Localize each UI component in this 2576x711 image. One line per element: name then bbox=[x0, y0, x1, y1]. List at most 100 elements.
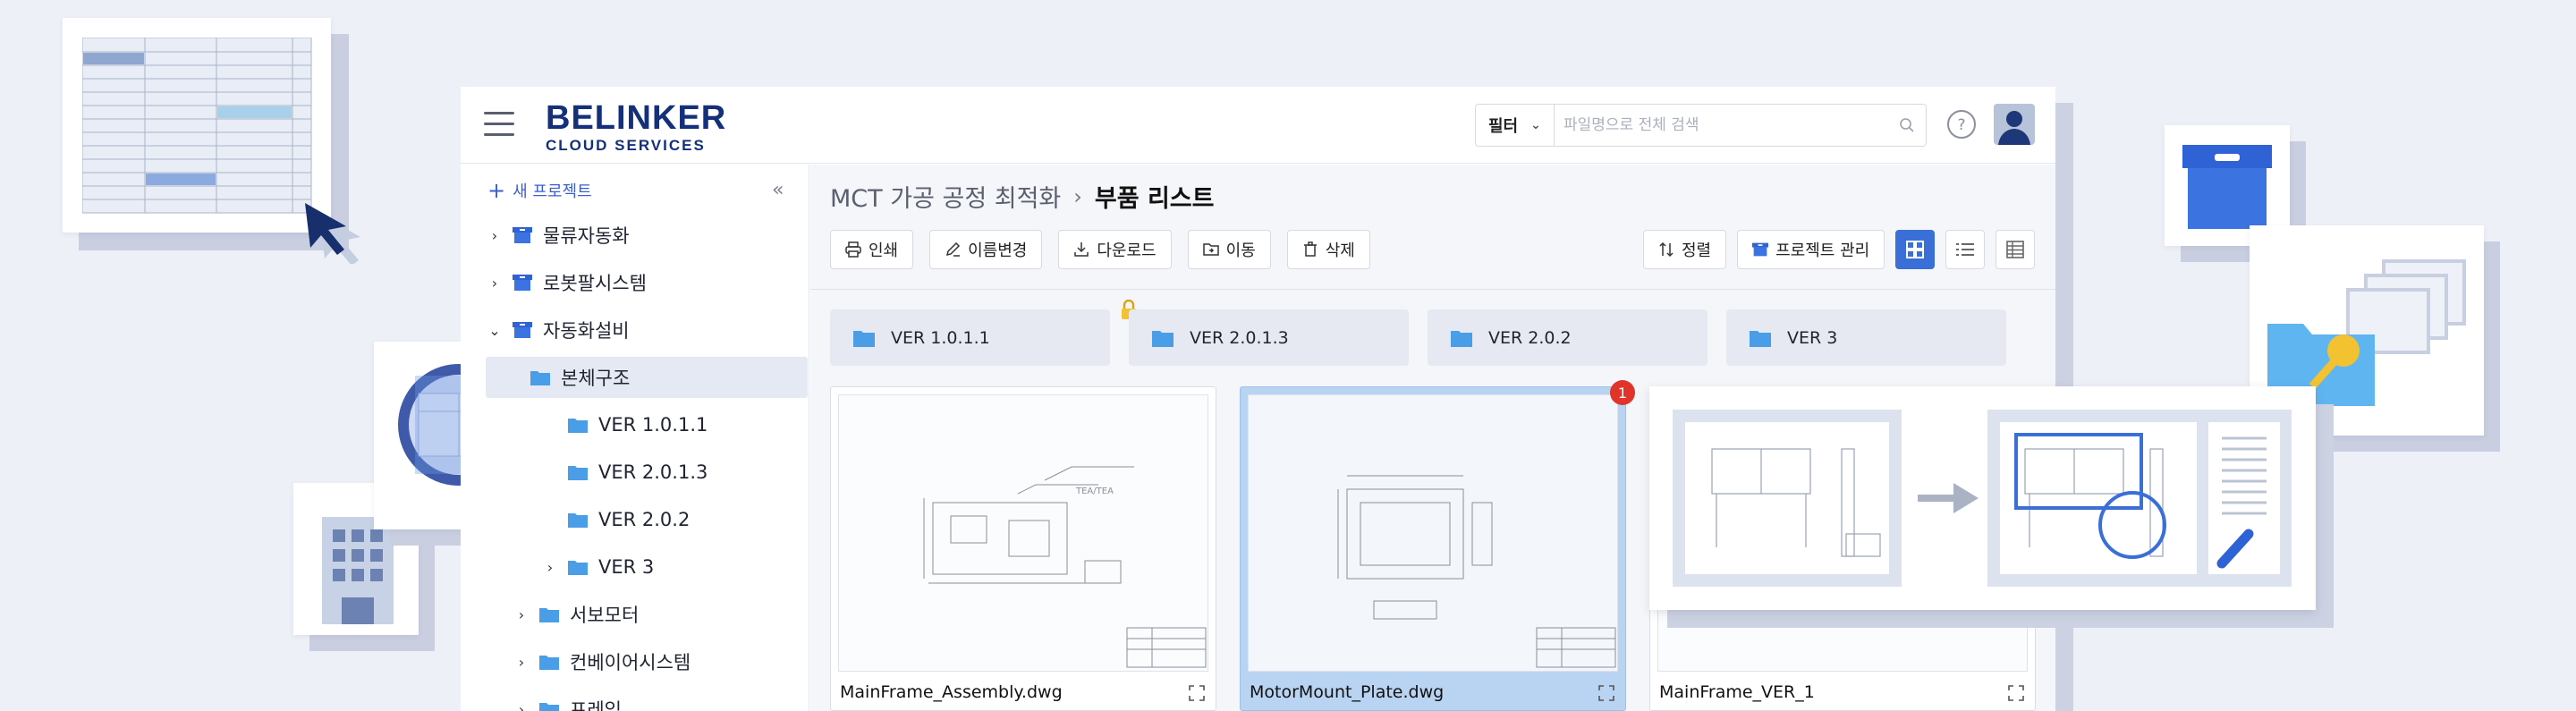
svg-text:?: ? bbox=[1957, 116, 1965, 134]
search-bar: 필터 ⌄ bbox=[1475, 104, 1927, 147]
drawing-compare-illustration bbox=[1649, 386, 2316, 610]
folder-move-icon bbox=[1202, 243, 1219, 256]
folder-icon bbox=[530, 371, 550, 385]
sidebar-item-label: VER 2.0.1.3 bbox=[598, 461, 708, 483]
help-icon[interactable]: ? bbox=[1946, 109, 1977, 140]
file-name: MainFrame_Assembly.dwg bbox=[840, 682, 1063, 702]
rename-label: 이름변경 bbox=[968, 241, 1028, 260]
sidebar-item-main-structure[interactable]: 본체구조 bbox=[486, 357, 808, 398]
folder-icon bbox=[568, 419, 588, 433]
expand-icon[interactable] bbox=[2008, 685, 2024, 701]
grid-view-button[interactable] bbox=[1895, 230, 1936, 269]
project-box-icon bbox=[513, 275, 532, 291]
sidebar-item-label: 본체구조 bbox=[561, 368, 631, 389]
project-box-icon bbox=[513, 227, 532, 243]
svg-text:TEA/TEA: TEA/TEA bbox=[1075, 487, 1114, 496]
file-card-mainframe-assembly[interactable]: TEA/TEA MainFrame_Assembly.dwg bbox=[830, 386, 1216, 711]
breadcrumb-current: 부품 리스트 bbox=[1094, 185, 1215, 213]
folder-card-label: VER 1.0.1.1 bbox=[891, 327, 990, 348]
folder-card-label: VER 2.0.2 bbox=[1488, 327, 1572, 348]
list-view-button[interactable] bbox=[1945, 230, 1986, 269]
spreadsheet-illustration bbox=[63, 18, 360, 264]
sidebar-item-servo-motor[interactable]: › 서보모터 bbox=[513, 594, 835, 635]
folder-icon bbox=[568, 513, 588, 528]
menu-icon[interactable] bbox=[484, 112, 514, 139]
file-toolbar: 인쇄 이름변경 다운로드 이동 삭제 bbox=[830, 230, 1386, 269]
toolbar-divider bbox=[810, 289, 2055, 290]
sidebar-item-frame[interactable]: › 프레임 bbox=[513, 689, 835, 711]
rename-button[interactable]: 이름변경 bbox=[929, 230, 1043, 269]
print-label: 인쇄 bbox=[869, 241, 899, 260]
project-manage-button[interactable]: 프로젝트 관리 bbox=[1737, 230, 1885, 269]
table-grid-icon bbox=[82, 38, 312, 214]
chevron-right-icon[interactable]: › bbox=[513, 654, 530, 671]
folder-card-ver-1011[interactable]: VER 1.0.1.1 bbox=[830, 309, 1110, 366]
folder-icon bbox=[539, 703, 559, 711]
chevron-right-icon[interactable]: › bbox=[513, 701, 530, 711]
move-button[interactable]: 이동 bbox=[1187, 230, 1271, 269]
file-card-motormount-plate[interactable]: MotorMount_Plate.dwg bbox=[1240, 386, 1626, 711]
folder-icon bbox=[1750, 330, 1771, 347]
sidebar-item-label: VER 1.0.1.1 bbox=[598, 414, 708, 436]
table-view-button[interactable] bbox=[1996, 230, 2036, 269]
trash-icon bbox=[1303, 241, 1317, 257]
delete-label: 삭제 bbox=[1325, 241, 1355, 260]
sidebar-item-label: 프레임 bbox=[570, 699, 622, 711]
breadcrumb-separator: › bbox=[1073, 183, 1082, 209]
new-project-label: 새 프로젝트 bbox=[513, 182, 592, 201]
sidebar-item-conveyor[interactable]: › 컨베이어시스템 bbox=[513, 641, 835, 682]
chevron-right-icon[interactable]: › bbox=[513, 606, 530, 623]
print-button[interactable]: 인쇄 bbox=[830, 230, 914, 269]
file-name: MotorMount_Plate.dwg bbox=[1250, 682, 1445, 702]
chevron-right-icon[interactable]: › bbox=[486, 275, 504, 292]
pencil-icon bbox=[946, 241, 961, 257]
drawing-compare-icon bbox=[1673, 410, 2292, 587]
folder-icon bbox=[568, 561, 588, 575]
sidebar-item-automation[interactable]: ⌄ 자동화설비 bbox=[486, 309, 808, 351]
sidebar-item-label: 컨베이어시스템 bbox=[570, 652, 691, 673]
sidebar-item-label: 서보모터 bbox=[570, 605, 640, 626]
sidebar-item-label: 자동화설비 bbox=[543, 320, 630, 342]
search-icon[interactable] bbox=[1899, 117, 1915, 133]
delete-button[interactable]: 삭제 bbox=[1286, 230, 1370, 269]
drawing-thumbnail: TEA/TEA bbox=[838, 394, 1208, 672]
chevron-right-icon[interactable]: › bbox=[486, 227, 504, 244]
sort-label: 정렬 bbox=[1682, 241, 1712, 260]
logo[interactable]: BELINKER CLOUD SERVICES bbox=[546, 101, 726, 153]
folder-icon bbox=[853, 330, 875, 347]
expand-icon[interactable] bbox=[1598, 685, 1614, 701]
chevron-down-icon: ⌄ bbox=[1530, 118, 1541, 132]
notification-badge: 1 bbox=[1610, 380, 1635, 405]
filter-dropdown[interactable]: 필터 ⌄ bbox=[1476, 105, 1555, 146]
chevron-right-icon[interactable]: › bbox=[541, 559, 559, 576]
cad-drawing-icon bbox=[1337, 475, 1616, 668]
drawing-thumbnail bbox=[1248, 394, 1618, 672]
move-label: 이동 bbox=[1225, 241, 1256, 260]
breadcrumb-parent[interactable]: MCT 가공 공정 최적화 bbox=[830, 179, 1061, 214]
view-toolbar: 정렬 프로젝트 관리 bbox=[1643, 230, 2036, 269]
file-name: MainFrame_VER_1 bbox=[1659, 682, 1815, 702]
list-view-icon bbox=[1956, 243, 1975, 256]
chevron-down-icon[interactable]: ⌄ bbox=[486, 322, 504, 339]
sidebar-item-logistics[interactable]: › 물류자동화 bbox=[486, 215, 808, 256]
user-avatar[interactable] bbox=[1994, 104, 2035, 145]
search-input[interactable] bbox=[1556, 105, 1887, 146]
sidebar-item-robot-arm[interactable]: › 로봇팔시스템 bbox=[486, 262, 808, 303]
folder-card-ver-202[interactable]: VER 2.0.2 bbox=[1428, 309, 1707, 366]
folder-card-ver-3[interactable]: VER 3 bbox=[1726, 309, 2006, 366]
folder-card-label: VER 2.0.1.3 bbox=[1190, 327, 1289, 348]
download-button[interactable]: 다운로드 bbox=[1058, 230, 1172, 269]
new-project-button[interactable]: + 새 프로젝트 bbox=[487, 179, 592, 202]
expand-icon[interactable] bbox=[1189, 685, 1205, 701]
download-icon bbox=[1074, 242, 1089, 257]
download-label: 다운로드 bbox=[1097, 241, 1157, 260]
folder-card-ver-2013[interactable]: VER 2.0.1.3 bbox=[1129, 309, 1409, 366]
collapse-sidebar-icon[interactable]: « bbox=[772, 179, 784, 201]
project-manage-label: 프로젝트 관리 bbox=[1775, 241, 1870, 260]
folder-icon bbox=[539, 608, 559, 622]
sidebar: + 새 프로젝트 « › 물류자동화 › 로봇팔시스템 ⌄ 자동화설비 본체구조… bbox=[461, 165, 809, 711]
sort-button[interactable]: 정렬 bbox=[1643, 230, 1727, 269]
sidebar-item-label: VER 2.0.2 bbox=[598, 509, 691, 530]
sort-icon bbox=[1659, 241, 1674, 258]
project-box-icon bbox=[513, 322, 532, 338]
